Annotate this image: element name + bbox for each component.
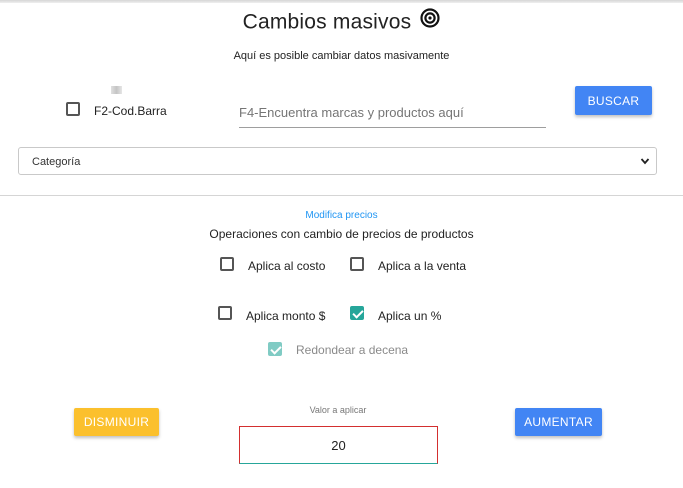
round-decade-label: Redondear a decena [296, 343, 409, 357]
value-input[interactable] [239, 426, 438, 464]
apply-amount-label: Aplica monto $ [246, 309, 326, 323]
apply-cost-checkbox[interactable] [220, 257, 234, 271]
apply-percent-checkbox[interactable] [350, 306, 364, 320]
search-input[interactable] [239, 98, 546, 128]
search-button[interactable]: BUSCAR [575, 86, 652, 115]
increase-button[interactable]: AUMENTAR [515, 408, 602, 436]
value-label: Valor a aplicar [309, 405, 367, 415]
page-subtitle: Aquí es posible cambiar datos masivament… [233, 50, 450, 62]
chevron-down-icon [640, 158, 650, 165]
apply-cost-label: Aplica al costo [248, 259, 326, 273]
category-select[interactable]: Categoría [18, 147, 657, 175]
section-divider [0, 195, 683, 196]
apply-percent-label: Aplica un % [378, 309, 442, 323]
page-title: Cambios masivos [242, 10, 412, 34]
check-icon [270, 343, 282, 355]
barcode-checkbox-label: F2-Cod.Barra [94, 104, 167, 118]
target-icon [420, 8, 440, 34]
apply-sale-label: Aplica a la venta [378, 259, 467, 273]
page-title-row: Cambios masivos [0, 8, 683, 36]
barcode-image [111, 86, 122, 94]
top-edge [0, 0, 683, 3]
round-decade-checkbox [268, 342, 282, 356]
category-select-value: Categoría [32, 156, 81, 168]
modify-prices-link[interactable]: Modifica precios [0, 210, 683, 221]
apply-sale-checkbox[interactable] [350, 257, 364, 271]
decrease-button[interactable]: DISMINUIR [74, 408, 159, 436]
check-icon [352, 307, 364, 319]
barcode-checkbox[interactable] [66, 102, 80, 116]
apply-amount-checkbox[interactable] [218, 306, 232, 320]
prices-section-title: Operaciones con cambio de precios de pro… [209, 227, 474, 241]
